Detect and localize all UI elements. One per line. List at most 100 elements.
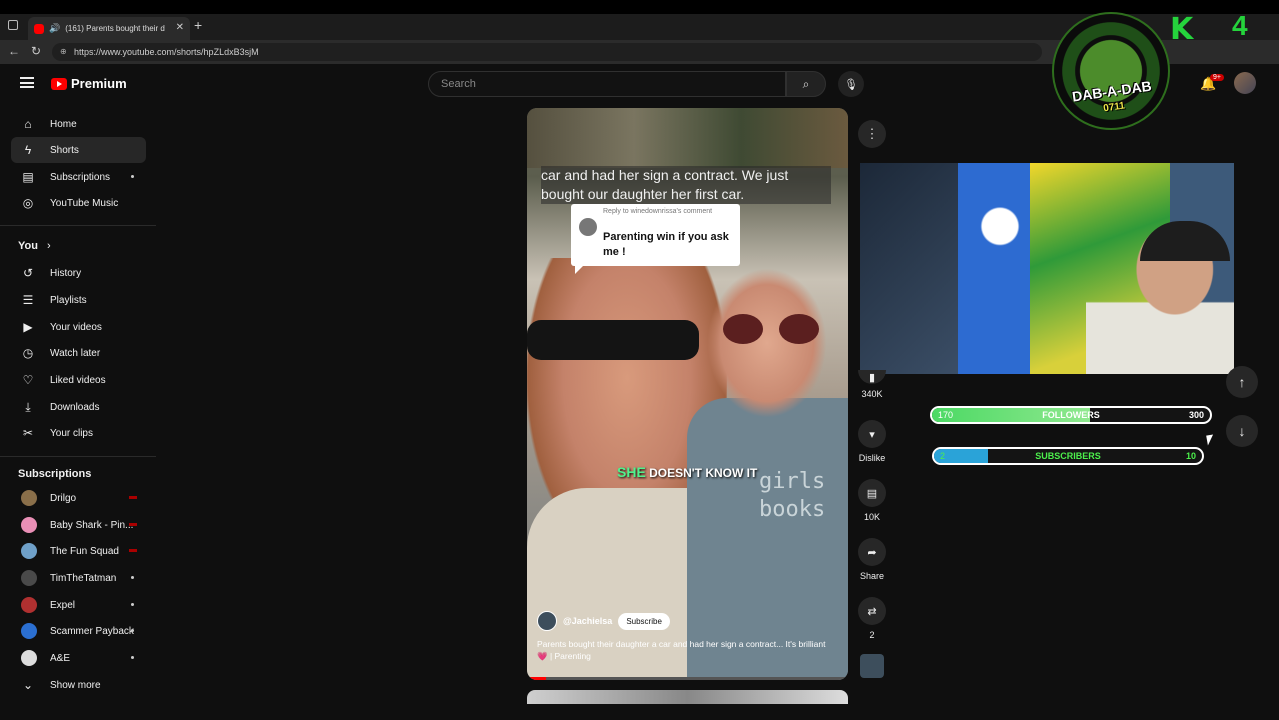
subscription-item[interactable]: Drilgo bbox=[11, 485, 146, 511]
followers-current: 170 bbox=[938, 410, 954, 420]
new-content-dot bbox=[131, 175, 134, 178]
new-content-dot bbox=[131, 656, 134, 659]
subscription-label: Expel bbox=[50, 599, 76, 611]
close-tab-icon[interactable]: ✕ bbox=[176, 22, 184, 33]
sidebar-item-your-clips[interactable]: ✂ Your clips bbox=[11, 420, 146, 446]
remix-count: 2 bbox=[869, 630, 875, 640]
sidebar-item-home[interactable]: ⌂ Home bbox=[11, 111, 146, 137]
new-content-dot bbox=[131, 576, 134, 579]
live-indicator-icon bbox=[129, 549, 137, 552]
search-input[interactable]: Search bbox=[428, 71, 786, 97]
new-content-dot bbox=[131, 629, 134, 632]
subscription-item[interactable]: Expel bbox=[11, 592, 146, 618]
voice-search-button[interactable]: 🎙 bbox=[838, 71, 864, 97]
sidebar-item-label: History bbox=[50, 267, 82, 279]
remix-action[interactable]: ⇄ 2 bbox=[856, 597, 888, 640]
dislike-action[interactable]: ▾ Dislike bbox=[856, 420, 888, 463]
chevron-down-icon: ⌄ bbox=[22, 678, 34, 692]
sidebar-item-label: Your clips bbox=[50, 427, 93, 439]
sidebar-item-downloads[interactable]: ⤓ Downloads bbox=[11, 394, 146, 420]
video-description[interactable]: Parents bought their daughter a car and … bbox=[537, 638, 832, 662]
logo-line1: DAB-A-DAB bbox=[1071, 77, 1153, 105]
video-progress-bar[interactable] bbox=[527, 677, 848, 680]
video-subtitle: SHE DOESN'T KNOW IT bbox=[617, 464, 757, 480]
arrow-down-icon: ↓ bbox=[1238, 423, 1246, 439]
search-button[interactable]: ⌕ bbox=[786, 71, 826, 97]
subscription-item[interactable]: The Fun Squad bbox=[11, 538, 146, 564]
sidebar-item-label: Playlists bbox=[50, 294, 87, 306]
subscription-item[interactable]: TimTheTatman bbox=[11, 565, 146, 591]
subscription-item[interactable]: A&E bbox=[11, 645, 146, 671]
shorts-icon: ϟ bbox=[24, 143, 32, 157]
logo-text: Premium bbox=[71, 76, 127, 91]
subscription-label: TimTheTatman bbox=[50, 572, 117, 584]
new-tab-button[interactable]: + bbox=[194, 17, 202, 33]
subscription-label: Baby Shark - Pin... bbox=[50, 519, 134, 531]
subscriptions-heading: Subscriptions bbox=[18, 468, 92, 480]
dab-a-dab-logo: DAB-A-DAB 0711 bbox=[1052, 12, 1170, 130]
os-top-bar bbox=[0, 0, 1279, 14]
sidebar-divider bbox=[0, 456, 156, 457]
share-action[interactable]: ➦ Share bbox=[856, 538, 888, 581]
sidebar-item-liked-videos[interactable]: ♡ Liked videos bbox=[11, 367, 146, 393]
more-options-button[interactable]: ⋮ bbox=[858, 120, 886, 148]
sidebar-item-shorts[interactable]: ϟ Shorts bbox=[11, 137, 146, 163]
comment-reply-card: Reply to winedownrissa's comment Parenti… bbox=[571, 204, 740, 274]
reload-icon[interactable]: ↻ bbox=[31, 44, 41, 58]
followers-goal-bar: FOLLOWERS 170 300 bbox=[930, 406, 1212, 424]
sidebar-item-your-videos[interactable]: ▶ Your videos bbox=[11, 314, 146, 340]
logo-text: DAB-A-DAB 0711 bbox=[1062, 77, 1163, 121]
watch-later-icon: ◷ bbox=[22, 346, 34, 360]
streamer-webcam-overlay bbox=[860, 163, 1234, 374]
url-field[interactable]: ⊕ https://www.youtube.com/shorts/hpZLdxB… bbox=[52, 43, 1042, 61]
remix-icon: ⇄ bbox=[858, 597, 886, 625]
previous-short-button[interactable]: ↑ bbox=[1226, 366, 1258, 398]
mouse-cursor-icon bbox=[1206, 434, 1215, 446]
video-sunglasses bbox=[527, 320, 699, 360]
show-more-button[interactable]: ⌄ Show more bbox=[11, 672, 146, 698]
url-text: https://www.youtube.com/shorts/hpZLdxB3s… bbox=[74, 47, 259, 57]
your-videos-icon: ▶ bbox=[23, 320, 33, 334]
sound-thumbnail[interactable] bbox=[860, 654, 884, 678]
menu-icon[interactable] bbox=[20, 77, 34, 88]
search-placeholder: Search bbox=[441, 78, 476, 90]
sidebar-item-history[interactable]: ↺ History bbox=[11, 260, 146, 286]
subscribe-button[interactable]: Subscribe bbox=[618, 612, 670, 630]
sidebar-item-youtube-music[interactable]: ◎ YouTube Music bbox=[11, 190, 146, 216]
next-short-button[interactable]: ↓ bbox=[1226, 415, 1258, 447]
channel-4-logo: 4 bbox=[1232, 10, 1248, 41]
tab-title: (161) Parents bought their d bbox=[65, 24, 165, 33]
more-vertical-icon: ⋮ bbox=[865, 126, 879, 141]
speaker-icon[interactable]: 🔊 bbox=[49, 23, 60, 34]
account-avatar[interactable] bbox=[1234, 72, 1256, 94]
home-icon: ⌂ bbox=[24, 117, 32, 131]
browser-tab[interactable]: 🔊 (161) Parents bought their d ✕ bbox=[28, 17, 190, 40]
sidebar-item-label: Watch later bbox=[50, 347, 101, 359]
youtube-premium-logo[interactable]: Premium bbox=[51, 76, 127, 91]
window-menu-icon[interactable] bbox=[8, 20, 18, 30]
downloads-icon: ⤓ bbox=[25, 399, 31, 414]
site-info-icon[interactable]: ⊕ bbox=[60, 47, 67, 56]
channel-avatar[interactable] bbox=[537, 611, 557, 631]
subscription-item[interactable]: Baby Shark - Pin... bbox=[11, 512, 146, 538]
share-label: Share bbox=[859, 571, 885, 581]
sidebar-item-watch-later[interactable]: ◷ Watch later bbox=[11, 340, 146, 366]
next-short-preview[interactable] bbox=[527, 690, 848, 704]
back-icon[interactable]: ← bbox=[8, 44, 20, 58]
like-icon: ▮ bbox=[858, 370, 886, 384]
channel-avatar bbox=[21, 490, 37, 506]
music-icon: ◎ bbox=[22, 196, 34, 210]
search-icon: ⌕ bbox=[802, 76, 810, 91]
channel-avatar bbox=[21, 623, 37, 639]
video-caption-top: car and had her sign a contract. We just… bbox=[541, 166, 831, 204]
like-count: 340K bbox=[861, 389, 883, 399]
like-action[interactable]: ▮ 340K bbox=[856, 370, 888, 399]
sidebar-item-subscriptions[interactable]: ▤ Subscriptions bbox=[11, 164, 146, 190]
comment-icon: ▤ bbox=[858, 479, 886, 507]
subscription-item[interactable]: Scammer Payback bbox=[11, 618, 146, 644]
sidebar-item-playlists[interactable]: ☰ Playlists bbox=[11, 287, 146, 313]
you-heading[interactable]: You › bbox=[18, 240, 51, 252]
short-video-player[interactable]: girls books car and had her sign a contr… bbox=[527, 108, 848, 680]
comments-action[interactable]: ▤ 10K bbox=[856, 479, 888, 522]
channel-name[interactable]: @Jachielsa bbox=[563, 616, 612, 626]
